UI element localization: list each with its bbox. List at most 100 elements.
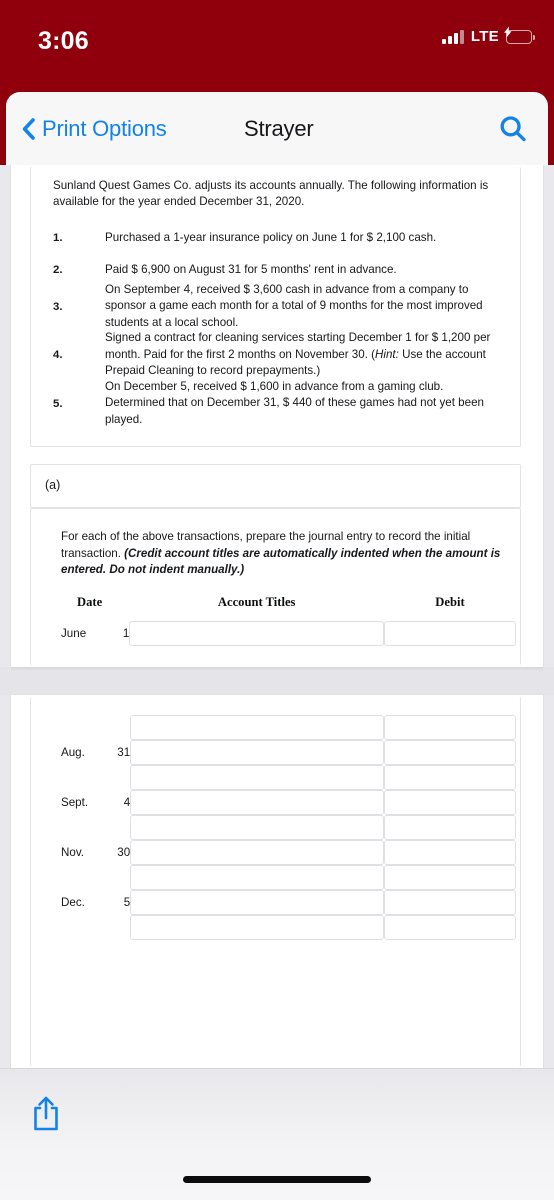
debit-amount-input[interactable] [383, 790, 516, 815]
item-number: 1. [53, 232, 63, 244]
row-month [61, 815, 102, 840]
item-number: 4. [53, 349, 63, 361]
debit-amount-input[interactable] [383, 865, 516, 890]
row-day [102, 915, 131, 940]
problem-intro-text: Sunland Quest Games Co. adjusts its acco… [53, 179, 489, 208]
list-item: 5. On December 5, received $ 1,600 in ad… [31, 380, 522, 426]
row-month: Nov. [61, 846, 84, 859]
row-month [61, 765, 102, 790]
status-bar: 3:06 LTE [0, 0, 554, 92]
page-title: Strayer [244, 115, 314, 141]
row-day [102, 715, 131, 740]
search-icon [500, 115, 526, 141]
account-title-input[interactable] [130, 915, 384, 940]
table-row: Aug. 31 [61, 740, 516, 765]
debit-amount-input[interactable] [383, 890, 516, 915]
search-button[interactable] [498, 114, 528, 144]
account-title-input[interactable] [130, 840, 384, 865]
document-viewport[interactable]: Sunland Quest Games Co. adjusts its acco… [0, 165, 554, 1068]
status-time: 3:06 [38, 27, 89, 55]
column-header-debit: Debit [435, 595, 465, 609]
debit-amount-input[interactable] [383, 740, 516, 765]
table-row [61, 815, 516, 840]
share-button[interactable] [30, 1095, 62, 1133]
list-item: 4. Signed a contract for cleaning servic… [31, 327, 522, 383]
table-row [61, 715, 516, 740]
debit-amount-input[interactable] [383, 840, 516, 865]
table-row [61, 865, 516, 890]
debit-amount-input[interactable] [383, 621, 516, 646]
column-header-account-titles: Account Titles [217, 595, 296, 609]
row-day [102, 865, 131, 890]
debit-amount-input[interactable] [383, 765, 516, 790]
row-month [61, 865, 102, 890]
column-header-date: Date [77, 595, 103, 609]
document-page-1: Sunland Quest Games Co. adjusts its acco… [11, 165, 543, 667]
row-month: Aug. [61, 746, 85, 759]
battery-charging-icon [504, 26, 536, 44]
item-text: Purchased a 1-year insurance policy on J… [105, 230, 437, 244]
page-separator [0, 667, 554, 695]
status-indicators: LTE [442, 26, 536, 45]
table-header-row: Date Account Titles Debit [61, 595, 516, 621]
part-a-instructions: For each of the above transactions, prep… [61, 529, 501, 579]
table-row: Dec. 5 [61, 890, 516, 915]
row-day [102, 815, 131, 840]
row-day: 30 [117, 846, 131, 859]
account-title-input[interactable] [130, 865, 384, 890]
row-day [102, 765, 131, 790]
item-number: 5. [53, 397, 63, 410]
part-a-label: (a) [45, 478, 61, 492]
item-text: Signed a contract for cleaning services … [105, 330, 522, 380]
item-text: On September 4, received $ 3,600 cash in… [105, 282, 483, 329]
row-month: Dec. [61, 896, 85, 909]
table-row [61, 765, 516, 790]
instruction-emphasis: (Credit account titles are automatically… [61, 546, 501, 577]
debit-amount-input[interactable] [383, 815, 516, 840]
account-title-input[interactable] [129, 621, 384, 646]
problem-statement-card: Sunland Quest Games Co. adjusts its acco… [30, 167, 521, 447]
row-month: Sept. [61, 796, 89, 809]
journal-entry-card: For each of the above transactions, prep… [30, 508, 521, 665]
problem-item-list: 1. Purchased a 1-year insurance policy o… [31, 222, 522, 426]
signal-bars-icon [442, 29, 464, 44]
navigation-bar: Print Options Strayer [6, 92, 548, 165]
account-title-input[interactable] [130, 890, 384, 915]
row-day: 5 [123, 896, 131, 909]
share-icon [34, 1096, 58, 1131]
debit-amount-input[interactable] [383, 715, 516, 740]
back-button[interactable]: Print Options [22, 116, 167, 142]
list-item: 1. Purchased a 1-year insurance policy o… [31, 222, 522, 254]
row-day: 1 [122, 627, 130, 640]
table-row: Nov. 30 [61, 840, 516, 865]
table-row: June 1 [61, 621, 516, 646]
home-indicator [183, 1176, 371, 1183]
network-type-label: LTE [470, 28, 499, 45]
debit-amount-input[interactable] [383, 915, 516, 940]
account-title-input[interactable] [130, 740, 384, 765]
account-title-input[interactable] [130, 815, 384, 840]
item-text: Paid $ 6,900 on August 31 for 5 months' … [105, 262, 397, 276]
row-month: June [61, 627, 87, 640]
row-month [61, 915, 102, 940]
journal-table-continued: Aug. 31 Sept. 4 Nov. 30 Dec. 5 [61, 715, 516, 940]
item-number: 2. [53, 264, 63, 276]
item-text: On December 5, received $ 1,600 in advan… [105, 379, 484, 426]
journal-entry-card-continued: Aug. 31 Sept. 4 Nov. 30 Dec. 5 [30, 697, 521, 1066]
bottom-toolbar [0, 1068, 554, 1200]
list-item: 3. On September 4, received $ 3,600 cash… [31, 283, 522, 329]
hint-label: Hint: [375, 347, 399, 361]
table-row [61, 915, 516, 940]
part-a-header-card: (a) [30, 464, 521, 508]
journal-table: Date Account Titles Debit June 1 [61, 595, 516, 646]
account-title-input[interactable] [130, 765, 384, 790]
chevron-left-icon [22, 117, 35, 140]
app-root: 3:06 LTE Print Options Strayer Sunland Q… [0, 0, 554, 1200]
account-title-input[interactable] [130, 790, 384, 815]
document-page-2: Aug. 31 Sept. 4 Nov. 30 Dec. 5 [11, 695, 543, 1068]
row-day: 31 [117, 746, 131, 759]
account-title-input[interactable] [130, 715, 384, 740]
row-month [61, 715, 102, 740]
table-row: Sept. 4 [61, 790, 516, 815]
item-number: 3. [53, 300, 63, 313]
